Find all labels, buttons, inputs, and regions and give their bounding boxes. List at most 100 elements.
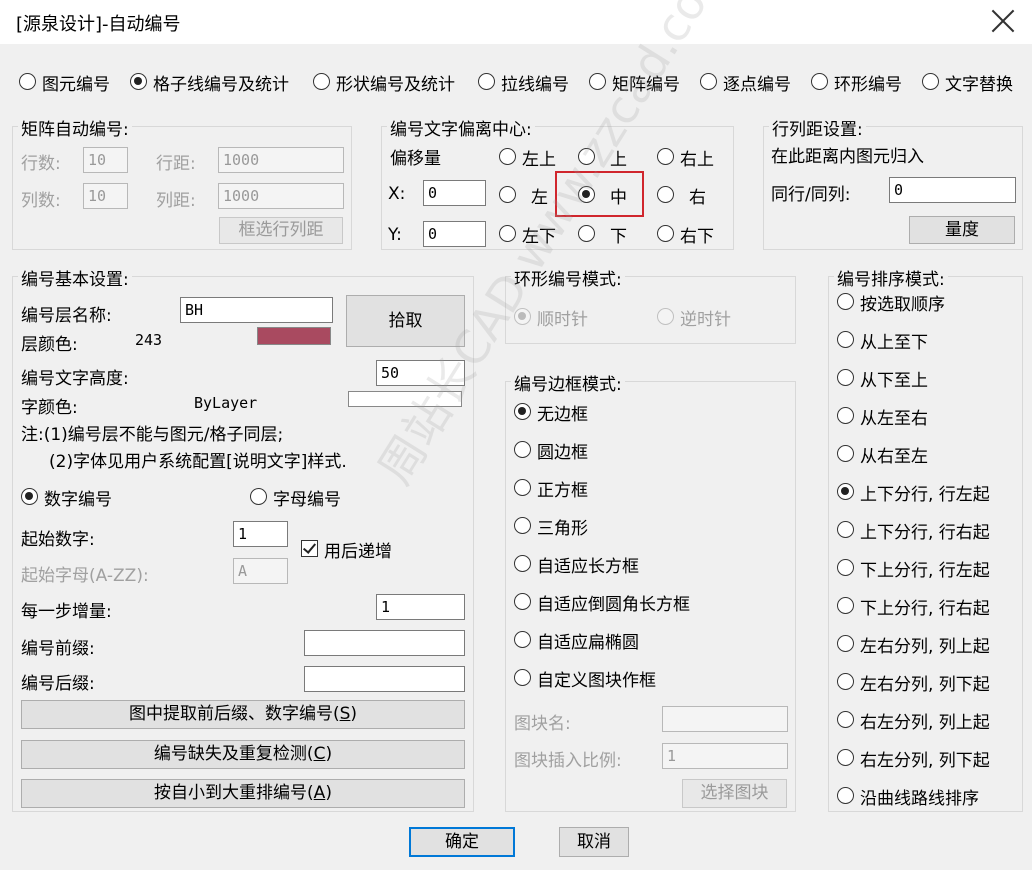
mode-label-2: 形状编号及统计 (336, 75, 455, 95)
mode-radio-2[interactable] (313, 73, 330, 90)
col-dist-input[interactable]: 1000 (218, 183, 344, 209)
border-radio-6[interactable] (514, 631, 531, 648)
layer-name-label: 编号层名称: (21, 306, 112, 326)
counterclockwise-label: 逆时针 (680, 310, 731, 330)
col-dist-label: 列距: (156, 191, 196, 211)
border-label-6: 自适应扁椭圆 (537, 633, 639, 653)
mode-label-4: 矩阵编号 (612, 75, 680, 95)
layer-name-input[interactable]: BH (180, 297, 333, 323)
y-offset-input[interactable]: 0 (423, 221, 486, 247)
pick-button[interactable]: 拾取 (346, 295, 465, 347)
sort-label-0: 按选取顺序 (860, 295, 945, 315)
sort-label-13: 沿曲线路线排序 (860, 789, 979, 809)
sort-label-8: 下上分行, 行右起 (860, 599, 990, 619)
same-row-col-input[interactable]: 0 (889, 177, 1016, 203)
text-height-input[interactable]: 50 (376, 360, 465, 386)
extract-prefix-suffix-button[interactable]: 图中提取前后缀、数字编号(S) (21, 700, 465, 729)
counterclockwise-radio[interactable] (657, 308, 674, 325)
border-radio-0[interactable] (514, 403, 531, 420)
pos-radio-bottom[interactable] (578, 225, 595, 242)
block-scale-label: 图块插入比例: (514, 751, 622, 771)
extract-button-key: S (339, 704, 351, 724)
sort-radio-7[interactable] (837, 559, 854, 576)
sort-radio-12[interactable] (837, 749, 854, 766)
prefix-input[interactable] (304, 630, 465, 656)
extract-button-text: 图中提取前后缀、数字编号( (128, 704, 340, 724)
sort-label-1: 从上至下 (860, 333, 928, 353)
sort-radio-11[interactable] (837, 711, 854, 728)
x-offset-input[interactable]: 0 (423, 180, 486, 206)
sort-radio-6[interactable] (837, 521, 854, 538)
border-label-7: 自定义图块作框 (537, 671, 656, 691)
measure-button[interactable]: 量度 (909, 216, 1015, 244)
border-radio-7[interactable] (514, 669, 531, 686)
block-name-input[interactable] (662, 706, 788, 732)
start-letter-label: 起始字母(A-ZZ): (21, 566, 149, 586)
auto-increment-checkbox[interactable] (301, 540, 318, 557)
close-icon[interactable] (990, 8, 1016, 34)
pos-radio-top-left[interactable] (499, 148, 516, 165)
border-radio-4[interactable] (514, 555, 531, 572)
cancel-button[interactable]: 取消 (559, 827, 629, 857)
mode-radio-0[interactable] (19, 73, 36, 90)
pos-radio-top-right[interactable] (657, 148, 674, 165)
suffix-input[interactable] (304, 666, 465, 692)
border-radio-1[interactable] (514, 441, 531, 458)
numeric-label: 数字编号 (44, 490, 112, 510)
sort-radio-9[interactable] (837, 635, 854, 652)
mode-radio-4[interactable] (589, 73, 606, 90)
sort-label-3: 从左至右 (860, 409, 928, 429)
select-block-button[interactable]: 选择图块 (682, 779, 787, 808)
border-radio-3[interactable] (514, 517, 531, 534)
sort-radio-8[interactable] (837, 597, 854, 614)
mode-radio-5[interactable] (700, 73, 717, 90)
ok-button[interactable]: 确定 (409, 827, 515, 857)
step-input[interactable]: 1 (376, 594, 465, 620)
offset-label: 偏移量 (390, 149, 441, 169)
mode-radio-1[interactable] (130, 73, 147, 90)
same-row-col-label: 同行/同列: (771, 185, 851, 205)
sort-label-2: 从下至上 (860, 371, 928, 391)
border-radio-5[interactable] (514, 593, 531, 610)
text-color-swatch[interactable] (348, 391, 462, 407)
start-letter-input[interactable]: A (233, 558, 288, 584)
sort-radio-4[interactable] (837, 445, 854, 462)
clockwise-label: 顺时针 (537, 310, 588, 330)
sort-radio-2[interactable] (837, 369, 854, 386)
mode-radio-7[interactable] (922, 73, 939, 90)
frame-select-button[interactable]: 框选行列距 (219, 217, 343, 244)
alpha-radio[interactable] (250, 488, 267, 505)
note-line-1: 注:(1)编号层不能与图元/格子同层; (21, 425, 284, 445)
renumber-ascending-button[interactable]: 按自小到大重排编号(A) (21, 779, 465, 808)
pos-radio-top[interactable] (578, 148, 595, 165)
sort-radio-13[interactable] (837, 787, 854, 804)
mode-radio-6[interactable] (811, 73, 828, 90)
sort-radio-5[interactable] (837, 483, 854, 500)
sort-label-12: 右左分列, 列下起 (860, 751, 990, 771)
mode-label-3: 拉线编号 (501, 75, 569, 95)
rows-label: 行数: (21, 154, 61, 174)
pos-radio-bottom-right[interactable] (657, 225, 674, 242)
sort-radio-3[interactable] (837, 407, 854, 424)
pos-radio-bottom-left[interactable] (499, 225, 516, 242)
layer-color-label: 层颜色: (21, 335, 78, 355)
sort-label-4: 从右至左 (860, 447, 928, 467)
row-dist-input[interactable]: 1000 (218, 147, 344, 173)
block-scale-input[interactable]: 1 (662, 743, 788, 769)
cols-input[interactable]: 10 (83, 183, 128, 209)
clockwise-radio[interactable] (514, 308, 531, 325)
sort-radio-1[interactable] (837, 331, 854, 348)
numeric-radio[interactable] (21, 488, 38, 505)
rows-input[interactable]: 10 (83, 147, 128, 173)
pos-label-top-right: 右上 (680, 150, 714, 170)
mode-radio-3[interactable] (478, 73, 495, 90)
auto-increment-label: 用后递增 (324, 542, 392, 562)
border-radio-2[interactable] (514, 479, 531, 496)
sort-radio-0[interactable] (837, 293, 854, 310)
pos-radio-left[interactable] (499, 186, 516, 203)
check-missing-duplicate-button[interactable]: 编号缺失及重复检测(C) (21, 740, 465, 769)
sort-radio-10[interactable] (837, 673, 854, 690)
pos-radio-right[interactable] (657, 186, 674, 203)
layer-color-swatch[interactable] (257, 327, 331, 345)
start-number-input[interactable]: 1 (233, 521, 288, 547)
